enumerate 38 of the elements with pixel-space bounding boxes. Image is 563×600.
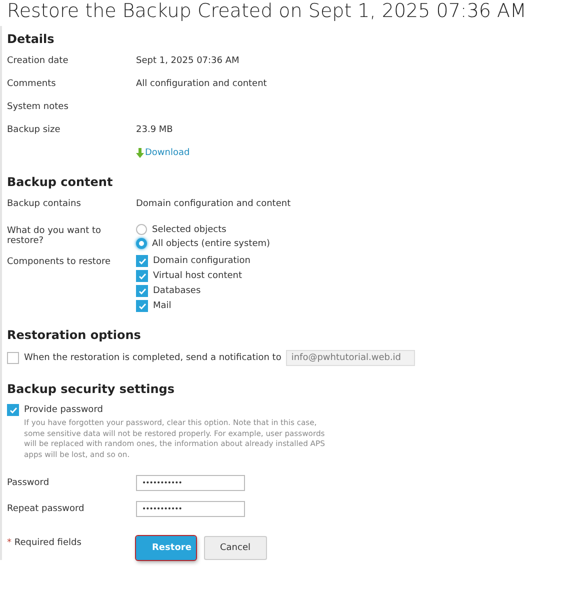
field-label: System notes [7,101,70,112]
field-value: All configuration and content [136,78,268,89]
required-mark: * [7,538,12,548]
option-label: All objects (entire system) [152,238,270,248]
field-label: Password [7,478,50,488]
field-value: 23.9 MB [136,124,174,135]
checkbox[interactable] [136,255,148,267]
checkbox-label: Virtual host content [153,271,242,281]
download-icon [136,148,144,158]
required-note: Required fields [14,538,82,548]
checkbox-label: When the restoration is completed, send a notification to [24,353,282,363]
checkbox-label: Mail [153,301,172,311]
section-heading: Details [7,31,56,48]
field-label: Backup contains [7,198,82,209]
checkbox[interactable] [136,300,148,312]
field-value: Sept 1, 2025 07:36 AM [136,55,240,66]
field-label: Comments [7,78,57,89]
radio-button[interactable] [136,238,147,249]
field-label: Repeat password [7,504,86,514]
checkbox[interactable] [7,404,19,416]
checkbox-label: Provide password [24,405,103,415]
field-label: What do you want to restore? [7,225,102,246]
cancel-button[interactable]: Cancel [204,536,266,560]
checkbox[interactable] [136,270,148,282]
option-label: Selected objects [152,224,226,234]
field-label: Backup size [7,124,62,135]
field-value: Domain configuration and content [136,198,292,209]
page-title: Restore the Backup Created on Sept 1, 2025 07:36 AM [7,0,528,22]
radio-button[interactable] [136,224,147,235]
field-label: Components to restore [7,256,112,267]
download-link[interactable]: Download [136,146,563,158]
checkbox-label: Databases [153,286,201,296]
section-heading: Backup content [7,174,114,191]
field-label: Creation date [7,55,70,66]
section-heading: Backup security settings [7,381,176,398]
section-heading: Restoration options [7,327,142,344]
checkbox-label: Domain configuration [153,256,250,266]
checkbox[interactable] [136,285,148,297]
